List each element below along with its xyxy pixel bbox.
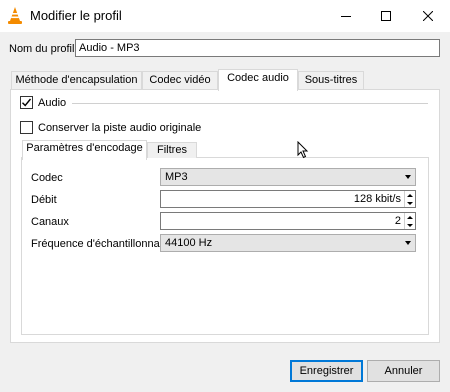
profile-name-input[interactable] <box>75 39 440 57</box>
tab-subtitles[interactable]: Sous-titres <box>298 71 364 89</box>
audio-checkbox-label[interactable]: Audio <box>38 96 66 110</box>
arrow-up-icon <box>407 193 413 197</box>
tab-filters[interactable]: Filtres <box>147 142 197 158</box>
maximize-icon <box>381 11 391 21</box>
vlc-cone-icon <box>6 6 24 26</box>
codec-select[interactable]: MP3 <box>160 168 416 186</box>
codec-label: Codec <box>31 172 63 184</box>
channels-spinbox[interactable]: 2 <box>160 212 416 230</box>
channels-label: Canaux <box>31 216 69 228</box>
samplerate-select[interactable]: 44100 Hz <box>160 234 416 252</box>
group-separator <box>72 103 428 104</box>
dropdown-arrow-icon <box>405 241 411 245</box>
bitrate-spinbox[interactable]: 128 kbit/s <box>160 190 416 208</box>
spin-down-button[interactable] <box>405 199 415 207</box>
checkmark-icon <box>22 98 32 107</box>
maximize-button[interactable] <box>366 0 406 32</box>
samplerate-value: 44100 Hz <box>165 237 213 249</box>
close-icon <box>423 11 433 21</box>
spin-up-button[interactable] <box>405 191 415 199</box>
spin-down-button[interactable] <box>405 221 415 229</box>
spin-up-button[interactable] <box>405 213 415 221</box>
cancel-button[interactable]: Annuler <box>367 360 440 382</box>
window-title: Modifier le profil <box>30 8 122 23</box>
arrow-up-icon <box>407 215 413 219</box>
tab-audio-codec[interactable]: Codec audio <box>218 69 298 91</box>
profile-name-label: Nom du profil <box>9 43 75 55</box>
audio-checkbox[interactable] <box>20 96 33 109</box>
keep-original-audio-checkbox[interactable] <box>20 121 33 134</box>
keep-original-audio-label[interactable]: Conserver la piste audio originale <box>38 121 201 135</box>
tab-encoding-parameters[interactable]: Paramètres d'encodage <box>22 140 147 160</box>
close-button[interactable] <box>408 0 448 32</box>
tab-encapsulation[interactable]: Méthode d'encapsulation <box>11 71 142 89</box>
bitrate-label: Débit <box>31 194 57 206</box>
dropdown-arrow-icon <box>405 175 411 179</box>
minimize-button[interactable] <box>326 0 366 32</box>
mouse-cursor-icon <box>297 140 309 159</box>
bitrate-value: 128 kbit/s <box>353 193 401 205</box>
arrow-down-icon <box>407 223 413 227</box>
channels-value: 2 <box>394 215 401 227</box>
bitrate-spin-buttons <box>404 191 415 207</box>
minimize-icon <box>341 16 351 17</box>
arrow-down-icon <box>407 201 413 205</box>
channels-spin-buttons <box>404 213 415 229</box>
samplerate-label: Fréquence d'échantillonnage <box>31 238 172 250</box>
codec-value: MP3 <box>165 171 188 183</box>
tab-video-codec[interactable]: Codec vidéo <box>142 71 218 89</box>
save-button[interactable]: Enregistrer <box>290 360 363 382</box>
